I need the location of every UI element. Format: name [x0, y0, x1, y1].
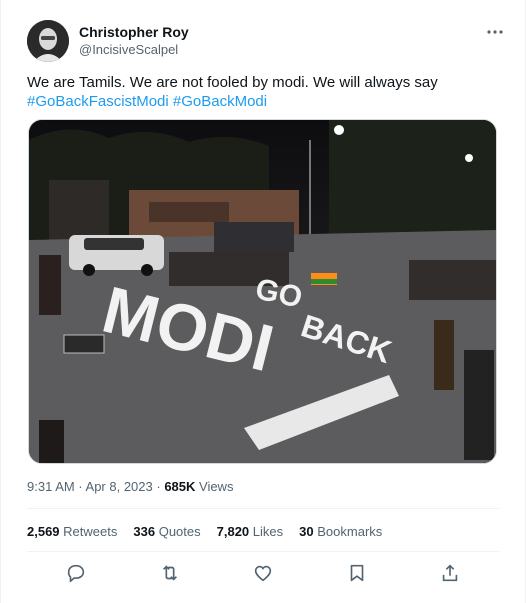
author-name[interactable]: Christopher Roy — [79, 24, 189, 40]
hashtag-row: #GoBackFascistModi #GoBackModi — [27, 92, 497, 111]
divider — [27, 551, 499, 552]
share-icon[interactable] — [439, 562, 461, 584]
tweet-body: We are Tamils. We are not fooled by modi… — [27, 74, 438, 91]
retweets-count: 2,569 — [27, 524, 60, 539]
likes-count: 7,820 — [216, 524, 250, 539]
street-photo: GO BACK MODI — [29, 120, 496, 463]
timestamp[interactable]: 9:31 AM · Apr 8, 2023 · — [27, 479, 164, 494]
quotes-label: Quotes — [158, 524, 201, 539]
retweet-icon[interactable] — [159, 562, 181, 584]
bookmark-icon[interactable] — [346, 562, 368, 584]
avatar-image — [27, 20, 69, 62]
divider — [27, 508, 499, 509]
quotes-count: 336 — [133, 524, 156, 539]
views-count: 685K — [164, 479, 196, 494]
reply-icon[interactable] — [65, 562, 87, 584]
tweet-card: Christopher Roy @IncisiveScalpel We are … — [0, 0, 526, 603]
likes-label: Likes — [252, 524, 284, 539]
more-icon[interactable] — [483, 22, 507, 42]
retweets-label: Retweets — [63, 524, 118, 539]
bookmarks-label: Bookmarks — [317, 524, 383, 539]
author-handle[interactable]: @IncisiveScalpel — [79, 42, 178, 57]
tweet-text: We are Tamils. We are not fooled by modi… — [27, 73, 497, 111]
tweet-meta: 9:31 AM · Apr 8, 2023 · 685K Views — [27, 479, 233, 494]
quotes-stat[interactable]: 336 Quotes — [133, 524, 200, 539]
views-label: Views — [195, 479, 234, 494]
hashtag-link[interactable]: #GoBackFascistModi — [27, 93, 169, 110]
engagement-stats: 2,569 Retweets 336 Quotes 7,820 Likes 30… — [27, 524, 382, 539]
retweets-stat[interactable]: 2,569 Retweets — [27, 524, 117, 539]
hashtag-link[interactable]: #GoBackModi — [173, 93, 267, 110]
action-bar — [27, 562, 499, 586]
bookmarks-stat[interactable]: 30 Bookmarks — [299, 524, 382, 539]
like-icon[interactable] — [252, 562, 274, 584]
tweet-photo[interactable]: GO BACK MODI — [28, 119, 497, 464]
avatar[interactable] — [27, 20, 69, 62]
likes-stat[interactable]: 7,820 Likes — [217, 524, 284, 539]
bookmarks-count: 30 — [299, 524, 314, 539]
